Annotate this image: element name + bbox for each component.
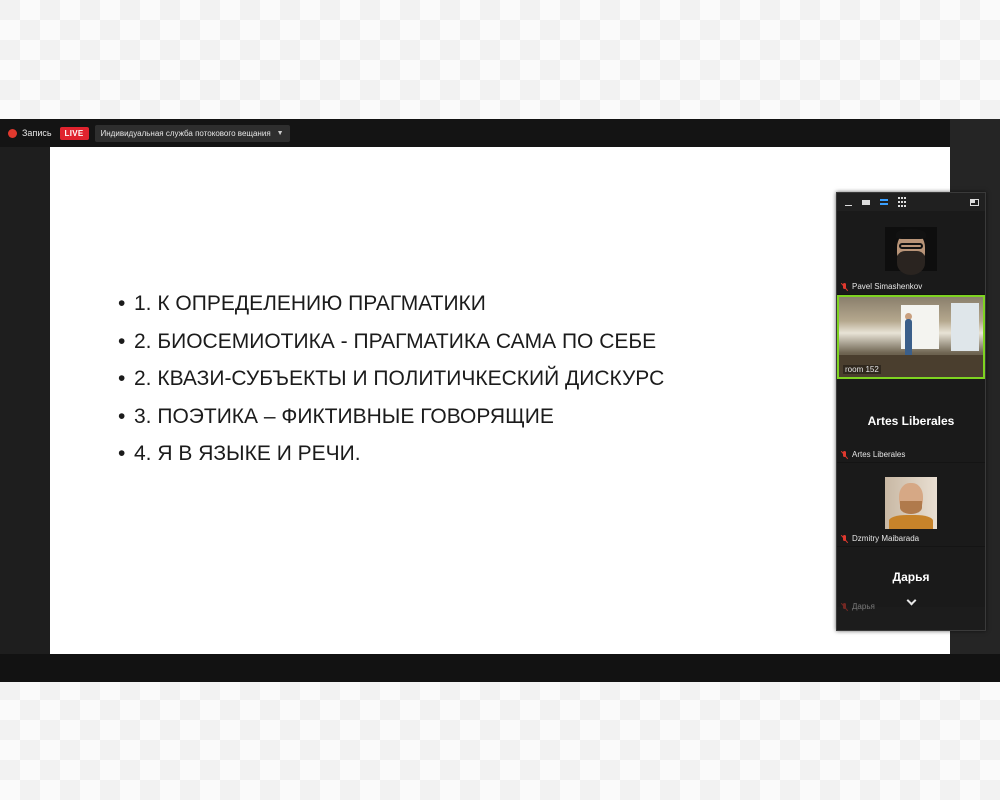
mic-muted-icon xyxy=(841,282,849,291)
participant-name: Дарья xyxy=(841,602,875,611)
bullet-icon: • xyxy=(118,292,126,315)
participant-name: Dzmitry Maibarada xyxy=(841,534,919,543)
avatar xyxy=(885,477,937,529)
slide-bullet-list: • 1. К ОПРЕДЕЛЕНИЮ ПРАГМАТИКИ • 2. БИОСЕМИ… xyxy=(118,285,664,473)
record-label[interactable]: Запись xyxy=(22,128,52,138)
participant-gallery-panel[interactable]: Pavel Simashenkov room 152 Artes Liberal… xyxy=(836,192,986,631)
meeting-window: Запись LIVE Индивидуальная служба потоко… xyxy=(0,119,1000,682)
participant-tile-room-152[interactable]: room 152 xyxy=(837,295,985,379)
slide-item: • 2. КВАЗИ-СУБЪЕКТЫ И ПОЛИТИЧКЕСКИЙ ДИСКУ… xyxy=(118,360,664,398)
left-margin xyxy=(0,147,50,654)
grid-view-icon[interactable] xyxy=(897,197,907,207)
minimize-icon[interactable] xyxy=(843,197,853,207)
participant-tile-artes-liberales[interactable]: Artes Liberales Artes Liberales xyxy=(837,379,985,463)
mic-muted-icon xyxy=(841,534,849,543)
bullet-icon: • xyxy=(118,329,126,353)
mic-muted-icon xyxy=(841,450,849,459)
live-badge: LIVE xyxy=(59,126,89,140)
pip-icon[interactable] xyxy=(969,197,979,207)
strip-view-icon[interactable] xyxy=(879,197,889,207)
stream-service-label: Индивидуальная служба потокового вещания xyxy=(100,128,271,138)
participant-tile-darya[interactable]: Дарья Дарья xyxy=(837,547,985,611)
participant-tile-pavel[interactable]: Pavel Simashenkov xyxy=(837,211,985,295)
top-bar: Запись LIVE Индивидуальная служба потоко… xyxy=(0,119,950,147)
participant-name: Artes Liberales xyxy=(841,450,905,459)
slide-item: • 2. БИОСЕМИОТИКА - ПРАГМАТИКА САМА ПО СЕ… xyxy=(118,323,664,361)
bullet-icon: • xyxy=(118,442,126,465)
participant-name: room 152 xyxy=(843,365,881,374)
slide-item: • 1. К ОПРЕДЕЛЕНИЮ ПРАГМАТИКИ xyxy=(118,285,664,323)
bullet-icon: • xyxy=(118,404,126,428)
participant-tile-dzmitry[interactable]: Dzmitry Maibarada xyxy=(837,463,985,547)
participant-name: Pavel Simashenkov xyxy=(841,282,922,291)
stream-service-dropdown[interactable]: Индивидуальная служба потокового вещания… xyxy=(94,124,290,142)
shared-slide: • 1. К ОПРЕДЕЛЕНИЮ ПРАГМАТИКИ • 2. БИОСЕМИ… xyxy=(50,147,950,654)
caret-down-icon: ▼ xyxy=(276,129,284,137)
chevron-down-icon[interactable] xyxy=(906,595,917,606)
participant-display-name: Дарья xyxy=(892,570,930,584)
mic-muted-icon xyxy=(841,602,849,611)
avatar xyxy=(885,227,937,279)
gallery-toolbar xyxy=(837,193,985,211)
slide-item: • 4. Я В ЯЗЫКЕ И РЕЧИ. xyxy=(118,435,664,473)
speaker-view-icon[interactable] xyxy=(861,197,871,207)
record-icon[interactable] xyxy=(8,128,17,138)
bullet-icon: • xyxy=(118,367,126,390)
slide-item: • 3. ПОЭТИКА – ФИКТИВНЫЕ ГОВОРЯЩИЕ xyxy=(118,398,664,436)
bottom-bar xyxy=(0,654,1000,682)
